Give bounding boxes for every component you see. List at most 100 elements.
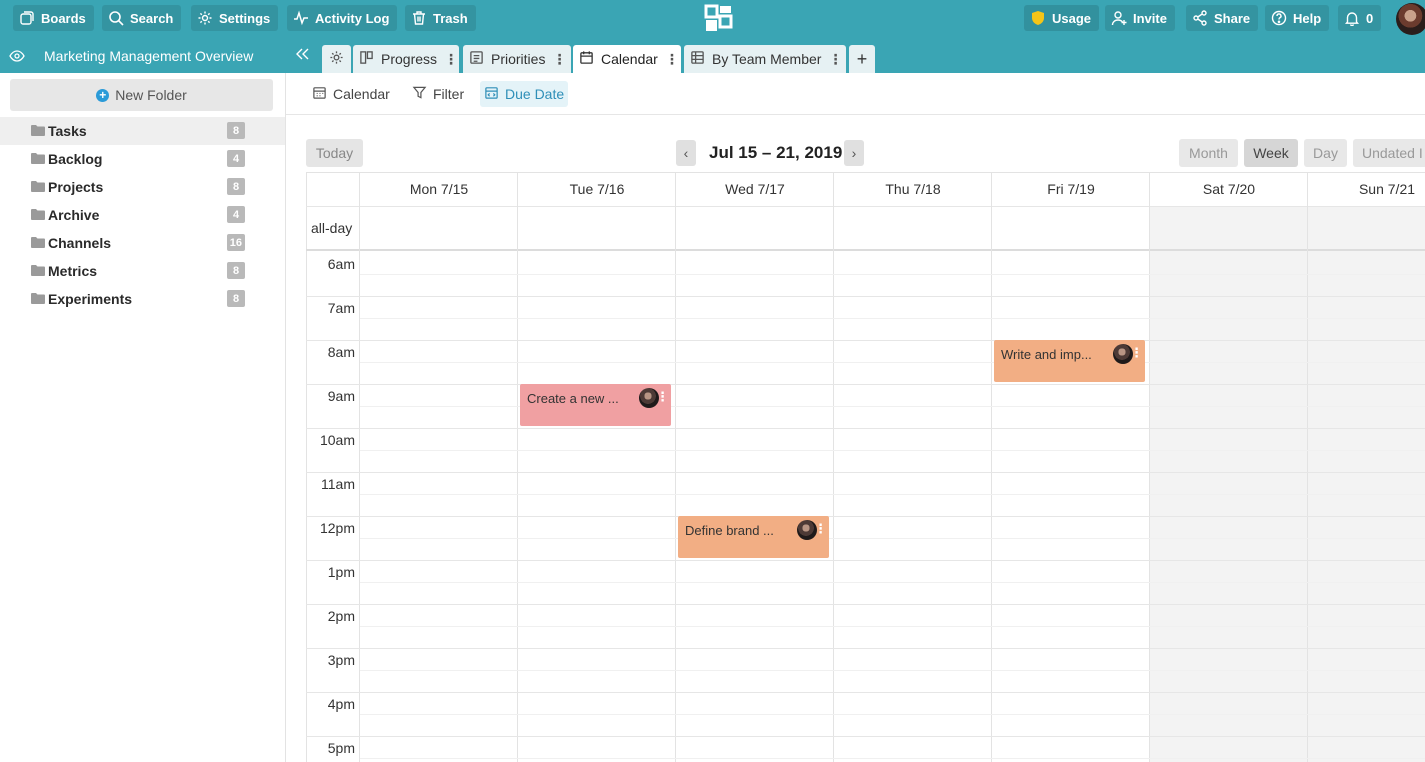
event-title: Write and imp...	[1001, 347, 1092, 362]
sidebar: + New Folder Tasks 8 Backlog 4 Projects 8 Arch…	[0, 73, 286, 762]
view-month-button[interactable]: Month	[1179, 139, 1238, 167]
invite-button[interactable]: Invite	[1105, 5, 1175, 31]
folder-icon	[31, 293, 45, 304]
hour-label: 7am	[327, 300, 355, 316]
calendar-event[interactable]: Create a new ... ⋮	[520, 384, 671, 426]
collapse-sidebar-icon[interactable]	[296, 47, 310, 65]
next-week-button[interactable]: ›	[844, 140, 864, 166]
folder-label: Channels	[48, 235, 112, 251]
event-menu-icon[interactable]: ⋮	[814, 521, 827, 537]
event-menu-icon[interactable]: ⋮	[1130, 345, 1143, 361]
tab-menu-icon[interactable]: ⋮	[828, 51, 842, 68]
half-hour-line	[360, 538, 1425, 539]
help-button[interactable]: Help	[1265, 5, 1330, 31]
view-week-button[interactable]: Week	[1244, 139, 1298, 167]
prev-week-button[interactable]: ‹	[676, 140, 696, 166]
hour-label: 11am	[321, 476, 355, 492]
share-button[interactable]: Share	[1186, 5, 1259, 31]
folder-item[interactable]: Archive 4	[0, 201, 285, 229]
board-title[interactable]: Marketing Management Overview	[0, 38, 285, 73]
folder-label: Experiments	[48, 291, 133, 307]
tab-label: By Team Member	[712, 51, 822, 67]
day-header[interactable]: Sat 7/20	[1150, 172, 1308, 206]
date-field-icon	[484, 85, 499, 103]
gear-icon	[329, 50, 344, 68]
hour-label: 4pm	[327, 696, 355, 712]
folder-item[interactable]: Tasks 8	[0, 117, 285, 145]
boards-icon	[19, 10, 35, 26]
event-title: Define brand ...	[685, 523, 774, 538]
all-day-divider	[306, 249, 1425, 251]
half-hour-line	[360, 582, 1425, 583]
tab-progress[interactable]: Progress ⋮	[353, 45, 459, 73]
folder-item[interactable]: Experiments 8	[0, 285, 285, 313]
eye-icon[interactable]	[9, 49, 25, 65]
gear-icon	[197, 10, 213, 26]
activity-log-button[interactable]: Activity Log	[287, 5, 398, 31]
tab-settings[interactable]	[322, 45, 351, 73]
chevron-right-icon: ›	[851, 145, 857, 161]
folder-count-badge: 8	[227, 178, 245, 195]
boards-button[interactable]: Boards	[13, 5, 94, 31]
half-hour-line	[360, 494, 1425, 495]
folder-count-badge: 4	[227, 150, 245, 167]
due-date-button[interactable]: Due Date	[480, 81, 569, 107]
calendar-event[interactable]: Write and imp... ⋮	[994, 340, 1145, 382]
today-button[interactable]: Today	[306, 139, 363, 167]
tab-calendar[interactable]: Calendar ⋮	[573, 45, 681, 73]
usage-label: Usage	[1052, 10, 1092, 26]
tab-menu-icon[interactable]: ⋮	[552, 51, 566, 68]
notifications-button[interactable]: 0	[1338, 5, 1382, 31]
folder-label: Archive	[48, 207, 100, 223]
day-header[interactable]: Wed 7/17	[676, 172, 834, 206]
filter-button[interactable]: Filter	[408, 81, 468, 107]
table-icon	[690, 50, 705, 68]
folder-count-badge: 4	[227, 206, 245, 223]
hour-line	[306, 736, 1425, 737]
folder-item[interactable]: Metrics 8	[0, 257, 285, 285]
day-header[interactable]: Tue 7/16	[518, 172, 676, 206]
hour-label: 12pm	[319, 520, 355, 536]
half-hour-line	[360, 318, 1425, 319]
new-folder-button[interactable]: + New Folder	[10, 79, 273, 111]
filter-icon	[412, 85, 427, 103]
plus-circle-icon: +	[96, 88, 110, 102]
day-header[interactable]: Sun 7/21	[1308, 172, 1425, 206]
calendar-view-button[interactable]: Calendar	[308, 81, 394, 107]
day-header[interactable]: Fri 7/19	[992, 172, 1150, 206]
folder-icon	[31, 237, 45, 248]
day-header[interactable]: Mon 7/15	[360, 172, 518, 206]
search-button[interactable]: Search	[102, 5, 182, 31]
day-column-divider	[991, 172, 992, 762]
tab-by-team-member[interactable]: By Team Member ⋮	[684, 45, 846, 73]
calendar-event[interactable]: Define brand ... ⋮	[678, 516, 829, 558]
tab-menu-icon[interactable]: ⋮	[444, 51, 458, 68]
folder-item[interactable]: Backlog 4	[0, 145, 285, 173]
usage-button[interactable]: Usage	[1024, 5, 1100, 31]
folder-item[interactable]: Channels 16	[0, 229, 285, 257]
tab-menu-icon[interactable]: ⋮	[665, 51, 679, 68]
date-range-title: Jul 15 – 21, 2019	[709, 143, 843, 162]
half-hour-line	[360, 626, 1425, 627]
view-undated-button[interactable]: Undated I	[1353, 139, 1425, 167]
calendar-icon	[312, 85, 327, 103]
event-menu-icon[interactable]: ⋮	[656, 389, 669, 405]
list-icon	[469, 50, 484, 68]
tab-priorities[interactable]: Priorities ⋮	[463, 45, 571, 73]
tab-label: Progress	[381, 51, 438, 67]
user-avatar[interactable]	[1396, 3, 1425, 35]
add-tab-button[interactable]: +	[849, 45, 875, 73]
all-day-label: all-day	[311, 220, 353, 236]
plus-icon: +	[856, 48, 868, 69]
folder-icon	[31, 209, 45, 220]
folder-item[interactable]: Projects 8	[0, 173, 285, 201]
app-logo	[704, 4, 733, 31]
day-header[interactable]: Thu 7/18	[834, 172, 992, 206]
settings-button[interactable]: Settings	[191, 5, 279, 31]
search-icon	[108, 10, 124, 26]
time-column-divider	[359, 172, 360, 762]
tab-label: Priorities	[491, 51, 546, 67]
hour-line	[306, 428, 1425, 429]
view-day-button[interactable]: Day	[1304, 139, 1347, 167]
trash-button[interactable]: Trash	[405, 5, 476, 31]
